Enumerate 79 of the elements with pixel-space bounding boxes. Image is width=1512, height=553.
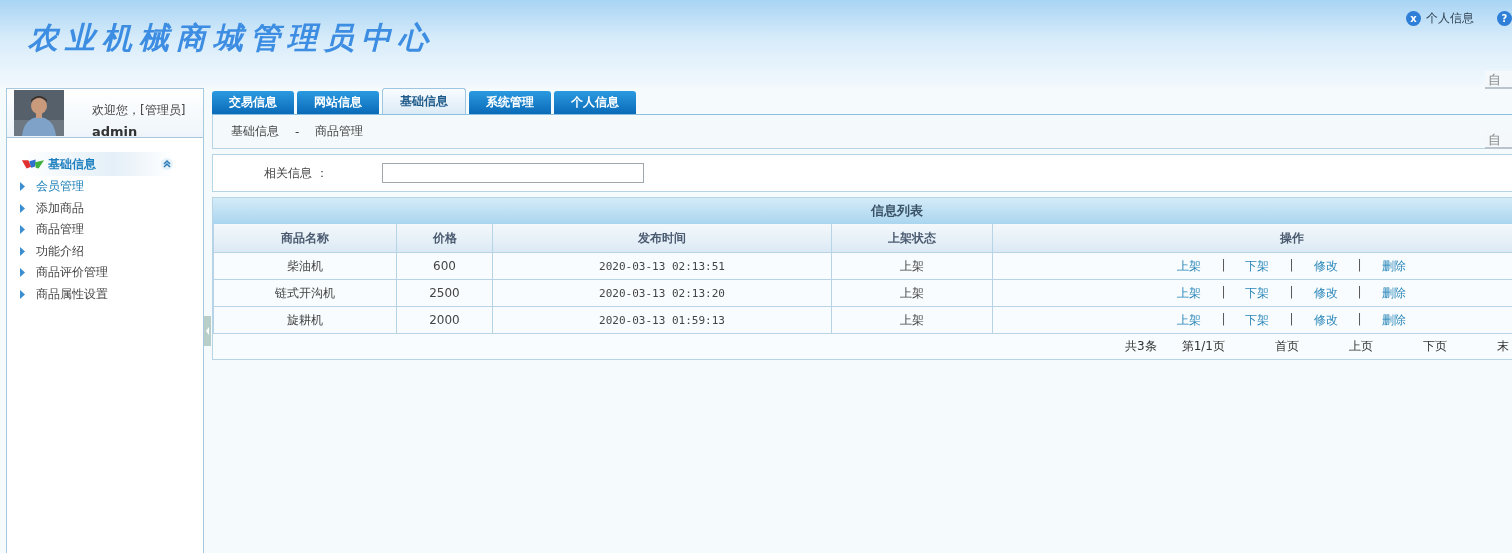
action-link[interactable]: 修改 (1313, 311, 1338, 329)
action-link[interactable]: 下架 (1245, 311, 1270, 329)
table-cell: 上架 (831, 279, 993, 307)
action-link[interactable]: 修改 (1313, 257, 1338, 275)
action-link[interactable]: 上架 (1177, 284, 1202, 302)
section-title: 基础信息 (48, 155, 97, 173)
menu-item[interactable]: 添加商品 (36, 199, 84, 217)
separator: | (1221, 311, 1226, 328)
auto-button[interactable]: 自 (1485, 131, 1512, 149)
pagination-link[interactable]: 下页 (1422, 338, 1447, 355)
action-link[interactable]: 上架 (1177, 311, 1202, 329)
tab[interactable]: 基础信息 (382, 88, 466, 114)
triangle-icon (20, 203, 25, 213)
pagination-info: 共3条 (1125, 338, 1157, 355)
breadcrumb-item: 基础信息 (231, 123, 279, 140)
table-title: 信息列表 (213, 198, 1512, 224)
pagination-link[interactable]: 末 (1496, 338, 1509, 355)
action-link[interactable]: 修改 (1313, 284, 1338, 302)
table-cell: 2000 (396, 306, 493, 334)
column-header: 价格 (396, 224, 493, 253)
breadcrumb-item: 商品管理 (315, 123, 364, 140)
table-cell: 2020-03-13 02:13:51 (492, 252, 832, 280)
user-name: admin (92, 124, 139, 139)
welcome-text: 欢迎您，[管理员] (92, 102, 186, 119)
triangle-icon (20, 246, 25, 256)
tab[interactable]: 个人信息 (554, 91, 636, 114)
pagination-link[interactable]: 首页 (1274, 338, 1299, 355)
menu-item[interactable]: 商品评价管理 (36, 264, 108, 282)
table-cell: 旋耕机 (213, 306, 397, 334)
close-icon[interactable]: x (1406, 11, 1421, 26)
triangle-icon (20, 182, 25, 192)
action-link[interactable]: 上架 (1177, 257, 1202, 275)
chevron-up-icon[interactable] (161, 158, 173, 170)
table-cell: 2500 (396, 279, 493, 307)
separator: | (1357, 257, 1362, 274)
separator: | (1221, 257, 1226, 274)
tab[interactable]: 系统管理 (469, 91, 551, 114)
separator: | (1357, 284, 1362, 301)
collapse-handle[interactable] (204, 316, 211, 346)
action-link[interactable]: 下架 (1245, 257, 1270, 275)
action-link[interactable]: 删除 (1381, 311, 1406, 329)
separator: | (1289, 257, 1294, 274)
pagination-link[interactable]: 上页 (1348, 338, 1373, 355)
table-cell: 上架 (831, 252, 993, 280)
separator: | (1289, 284, 1294, 301)
menu-item[interactable]: 商品属性设置 (36, 285, 108, 303)
tab[interactable]: 网站信息 (297, 91, 379, 114)
separator: | (1289, 311, 1294, 328)
tab[interactable]: 交易信息 (212, 91, 294, 114)
pagination-info: 第1/1页 (1181, 338, 1225, 355)
search-field[interactable] (382, 163, 644, 183)
table-cell: 上架 (831, 306, 993, 334)
breadcrumb-item: - (295, 124, 300, 139)
menu-item[interactable]: 商品管理 (36, 221, 84, 239)
table-cell: 2020-03-13 02:13:20 (492, 279, 832, 307)
profile-link[interactable]: 个人信息 (1426, 10, 1474, 27)
help-icon[interactable]: ? (1497, 11, 1512, 26)
table-cell: 600 (396, 252, 493, 280)
column-header: 商品名称 (213, 224, 397, 253)
auto-button[interactable]: 自 (1485, 71, 1512, 89)
separator: | (1221, 284, 1226, 301)
separator: | (1357, 311, 1362, 328)
action-link[interactable]: 删除 (1381, 257, 1406, 275)
triangle-icon (20, 289, 25, 299)
triangle-icon (20, 268, 25, 278)
action-link[interactable]: 下架 (1245, 284, 1270, 302)
colorful-logo-icon (21, 158, 45, 170)
site-title: 农业机械商城管理员中心 (28, 19, 435, 57)
column-header: 上架状态 (831, 224, 993, 253)
column-header: 发布时间 (492, 224, 832, 253)
field-label: 相关信息 ： (264, 164, 329, 182)
table-cell: 2020-03-13 01:59:13 (492, 306, 832, 334)
menu-item[interactable]: 会员管理 (36, 178, 84, 196)
table-cell: 柴油机 (213, 252, 397, 280)
column-header: 操作 (992, 224, 1512, 253)
table-cell: 链式开沟机 (213, 279, 397, 307)
action-link[interactable]: 删除 (1381, 284, 1406, 302)
triangle-icon (20, 225, 25, 235)
menu-item[interactable]: 功能介绍 (36, 242, 84, 260)
